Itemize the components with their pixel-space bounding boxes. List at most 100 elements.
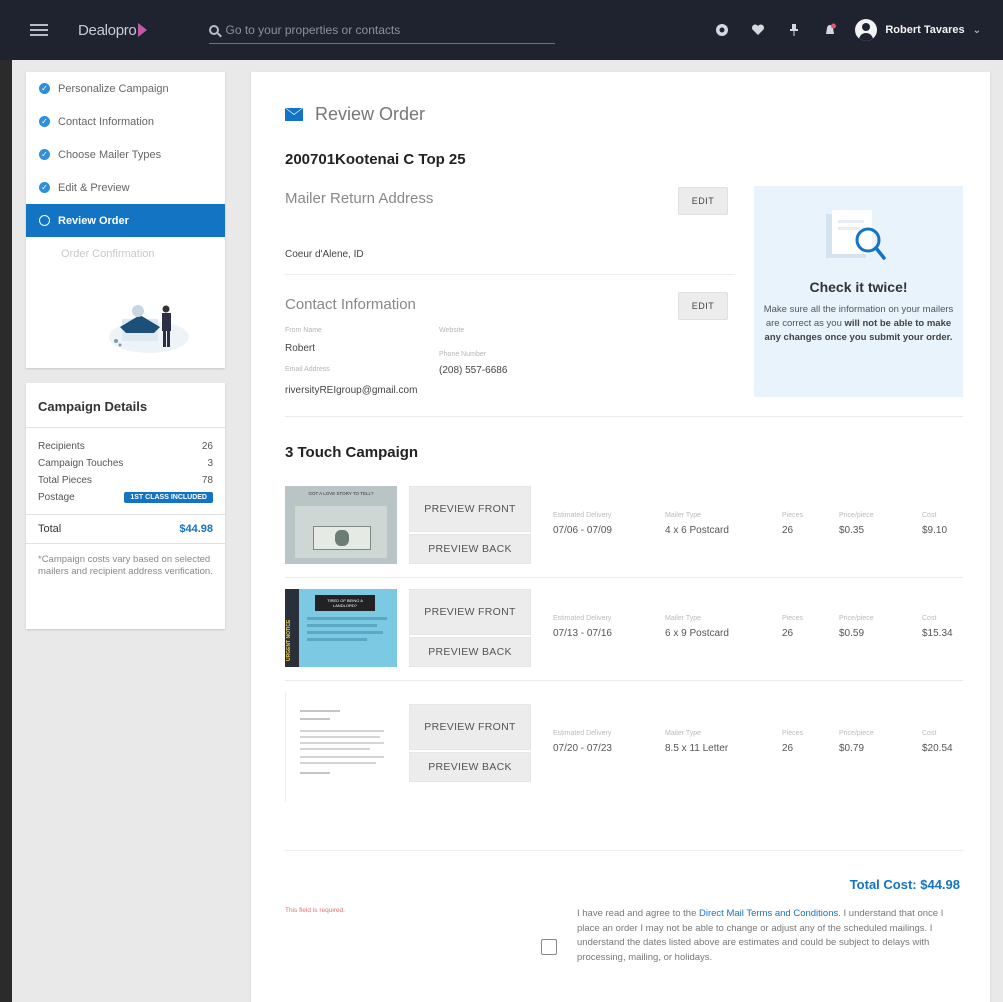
edit-contact-info-button[interactable]: EDIT [678, 292, 728, 320]
preview-back-button[interactable]: PREVIEW BACK [409, 637, 531, 667]
col-label: Cost [922, 615, 937, 622]
col-label: Estimated Delivery [553, 615, 612, 622]
terms-link[interactable]: Direct Mail Terms and Conditions [699, 908, 838, 919]
step-order-confirmation: Order Confirmation [26, 237, 225, 270]
col-label: Mailer Type [665, 615, 702, 622]
step-choose-mailer-types[interactable]: ✓ Choose Mailer Types [26, 138, 225, 171]
thumb-title: TIRED OF BEING A LANDLORD? [315, 595, 375, 611]
required-field-error: This field is required. [285, 907, 345, 914]
mailer-thumbnail[interactable]: GOT A LOVE STORY TO TELL? [285, 486, 397, 564]
cost-value: $20.54 [922, 743, 953, 754]
detail-label: Campaign Touches [38, 458, 124, 469]
from-name-label: From Name [285, 327, 322, 334]
notifications-bell-icon[interactable] [823, 23, 837, 37]
cost-value: $9.10 [922, 525, 948, 536]
terms-checkbox[interactable] [541, 939, 557, 955]
divider [285, 274, 735, 275]
website-label: Website [439, 327, 465, 334]
delivery-column: Estimated Delivery 07/06 - 07/09 [553, 512, 612, 536]
touch-campaign-title: 3 Touch Campaign [285, 444, 419, 461]
detail-label: Postage [38, 492, 75, 503]
pieces-value: 26 [782, 743, 794, 754]
price-value: $0.35 [839, 525, 865, 536]
detail-row-recipients: Recipients 26 [26, 438, 225, 455]
left-edge-strip [0, 60, 12, 1002]
detail-label: Total Pieces [38, 475, 92, 486]
preview-front-button[interactable]: PREVIEW FRONT [409, 486, 531, 532]
type-column: Mailer Type 6 x 9 Postcard [665, 615, 729, 639]
pin-icon[interactable] [787, 23, 801, 37]
phone-label: Phone Number [439, 351, 487, 358]
mailer-thumbnail[interactable] [285, 692, 397, 802]
app-logo[interactable]: Dealopro [78, 22, 148, 39]
return-address-value: Coeur d'Alene, ID [285, 249, 364, 260]
pieces-value: 26 [782, 628, 794, 639]
mailbox-person-illustration [109, 305, 189, 353]
preview-front-button[interactable]: PREVIEW FRONT [409, 704, 531, 750]
detail-row-touches: Campaign Touches 3 [26, 455, 225, 472]
logo-mark-icon [138, 23, 148, 37]
cost-disclaimer: *Campaign costs vary based on selected m… [26, 543, 225, 578]
detail-total-row: Total $44.98 [26, 514, 225, 535]
price-column: Price/piece $0.35 [839, 512, 874, 536]
step-label: Edit & Preview [58, 181, 130, 194]
review-order-panel: Review Order 200701Kootenai C Top 25 Mai… [251, 72, 990, 1002]
preview-back-button[interactable]: PREVIEW BACK [409, 534, 531, 564]
campaign-details-title: Campaign Details [26, 383, 225, 428]
mailer-thumbnail[interactable]: URGENT NOTICE TIRED OF BEING A LANDLORD? [285, 589, 397, 667]
delivery-column: Estimated Delivery 07/20 - 07/23 [553, 730, 612, 754]
tip-title: Check it twice! [809, 279, 908, 295]
help-icon[interactable] [715, 23, 729, 37]
top-navbar: Dealopro Go to your properties or contac… [0, 0, 1003, 60]
step-label: Choose Mailer Types [58, 148, 162, 161]
step-contact-information[interactable]: ✓ Contact Information [26, 105, 225, 138]
price-column: Price/piece $0.79 [839, 730, 874, 754]
preview-back-button[interactable]: PREVIEW BACK [409, 752, 531, 782]
step-label: Order Confirmation [61, 247, 155, 260]
check-circle-icon: ✓ [39, 116, 50, 127]
check-circle-icon: ✓ [39, 149, 50, 160]
chevron-down-icon: ⌄ [972, 24, 981, 36]
user-menu[interactable]: Robert Tavares ⌄ [855, 19, 981, 41]
global-search-input[interactable]: Go to your properties or contacts [209, 16, 556, 44]
cost-column: Cost $9.10 [922, 512, 947, 536]
detail-value: 3 [207, 458, 213, 469]
step-edit-preview[interactable]: ✓ Edit & Preview [26, 171, 225, 204]
detail-value: 26 [201, 441, 213, 452]
avatar [855, 19, 878, 41]
step-personalize-campaign[interactable]: ✓ Personalize Campaign [26, 72, 225, 105]
total-value: $44.98 [179, 523, 213, 535]
col-label: Pieces [782, 615, 804, 622]
hamburger-menu-icon[interactable] [30, 24, 48, 36]
postage-badge: 1ST CLASS INCLUDED [124, 492, 213, 503]
detail-row-postage: Postage 1ST CLASS INCLUDED [26, 489, 225, 506]
delivery-value: 07/13 - 07/16 [553, 628, 612, 639]
divider [285, 416, 963, 417]
from-name-value: Robert [285, 343, 316, 354]
phone-value: (208) 557-6686 [439, 365, 508, 376]
campaign-details-card: Campaign Details Recipients 26 Campaign … [26, 383, 225, 629]
step-label: Review Order [58, 214, 129, 227]
step-label: Personalize Campaign [58, 82, 169, 95]
user-name: Robert Tavares [885, 24, 965, 36]
step-review-order[interactable]: Review Order [26, 204, 225, 237]
favorites-heart-icon[interactable] [751, 23, 765, 37]
type-value: 8.5 x 11 Letter [665, 743, 729, 754]
col-label: Cost [922, 512, 937, 519]
check-circle-icon: ✓ [39, 83, 50, 94]
edit-return-address-button[interactable]: EDIT [678, 187, 728, 215]
search-icon [209, 24, 220, 35]
type-value: 4 x 6 Postcard [665, 525, 729, 536]
pieces-value: 26 [782, 525, 794, 536]
cost-column: Cost $15.34 [922, 615, 953, 639]
terms-text-prefix: I have read and agree to the [577, 908, 700, 919]
preview-front-button[interactable]: PREVIEW FRONT [409, 589, 531, 635]
contact-info-title: Contact Information [285, 296, 416, 313]
email-value: riversityREIgroup@gmail.com [285, 385, 418, 396]
divider [285, 680, 963, 681]
col-label: Mailer Type [665, 730, 702, 737]
delivery-value: 07/06 - 07/09 [553, 525, 612, 536]
col-label: Pieces [782, 730, 804, 737]
thumb-side-label: URGENT NOTICE [286, 619, 292, 661]
envelope-icon [285, 108, 303, 121]
